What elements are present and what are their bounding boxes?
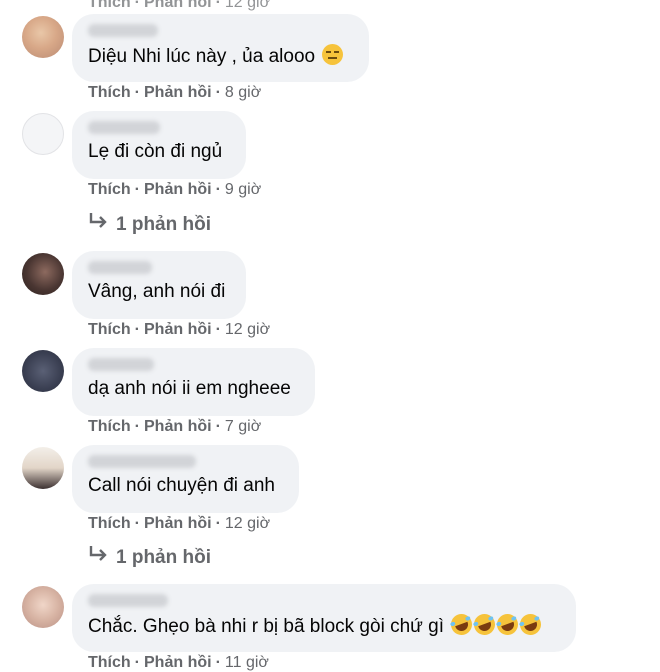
comment-time[interactable]: 12 giờ [225, 321, 270, 338]
rolling-on-floor-laughing-icon [494, 611, 522, 638]
comment-text: Call nói chuyện đi anh [88, 475, 275, 496]
comment-time[interactable]: 11 giờ [225, 654, 269, 671]
reply-arrow-icon [88, 545, 108, 569]
reply-link[interactable]: Phản hồi [144, 654, 212, 671]
comment-author-blurred[interactable] [88, 121, 160, 134]
like-link[interactable]: Thích [88, 515, 131, 532]
replies-count: 1 phản hồi [116, 547, 211, 568]
like-link[interactable]: Thích [88, 84, 131, 101]
comment-actions: Thích · Phản hồi · 12 giờ [88, 515, 271, 532]
like-link[interactable]: Thích [88, 0, 131, 11]
comment-actions: Thích · Phản hồi · 8 giờ [88, 84, 262, 101]
like-link[interactable]: Thích [88, 418, 131, 435]
comment-time[interactable]: 12 giờ [225, 0, 270, 11]
comment-author-blurred[interactable] [88, 358, 154, 371]
comment-text: Diệu Nhi lúc này , ủa alooo [88, 46, 316, 67]
avatar[interactable] [22, 350, 64, 392]
comment-author-blurred[interactable] [88, 24, 158, 37]
comment-time[interactable]: 8 giờ [225, 84, 261, 101]
comment-text: Lẹ đi còn đi ngủ [88, 141, 223, 162]
like-link[interactable]: Thích [88, 654, 131, 671]
comment-bubble: Chắc. Ghẹo bà nhi r bị bã block gòi chứ … [72, 584, 576, 652]
comment-actions: Thích · Phản hồi · 11 giờ [88, 654, 269, 671]
comment-text: Chắc. Ghẹo bà nhi r bị bã block gòi chứ … [88, 616, 444, 637]
comment-text: dạ anh nói ii em ngheee [88, 378, 291, 399]
comment-actions: Thích · Phản hồi · 9 giờ [88, 181, 262, 198]
rolling-on-floor-laughing-icon [448, 611, 476, 638]
reply-link[interactable]: Phản hồi [144, 0, 212, 11]
reply-link[interactable]: Phản hồi [144, 418, 212, 435]
reply-link[interactable]: Phản hồi [144, 84, 212, 101]
replies-count: 1 phản hồi [116, 214, 211, 235]
rolling-on-floor-laughing-icon [471, 611, 499, 638]
comment-bubble: Vâng, anh nói đi [72, 251, 246, 319]
comment-author-blurred[interactable] [88, 594, 168, 607]
comment-time[interactable]: 12 giờ [225, 515, 270, 532]
comment-author-blurred[interactable] [88, 455, 196, 468]
comment-author-blurred[interactable] [88, 261, 152, 274]
reply-link[interactable]: Phản hồi [144, 515, 212, 532]
comment-time[interactable]: 7 giờ [225, 418, 261, 435]
reply-link[interactable]: Phản hồi [144, 181, 212, 198]
comment-actions: Thích · Phản hồi · 7 giờ [88, 418, 262, 435]
avatar[interactable] [22, 586, 64, 628]
avatar[interactable] [22, 447, 64, 489]
comment-bubble: Diệu Nhi lúc này , ủa alooo [72, 14, 369, 82]
expressionless-face-icon [322, 44, 344, 65]
like-link[interactable]: Thích [88, 181, 131, 198]
reply-arrow-icon [88, 212, 108, 236]
rolling-on-floor-laughing-icon [517, 611, 545, 638]
avatar[interactable] [22, 253, 64, 295]
view-replies-link[interactable]: 1 phản hồi [88, 212, 211, 236]
reply-link[interactable]: Phản hồi [144, 321, 212, 338]
comment-actions: Thích · Phản hồi · 12 giờ [88, 321, 271, 338]
comment-actions-partial: Thích · Phản hồi · 12 giờ [88, 0, 270, 12]
avatar[interactable] [22, 16, 64, 58]
view-replies-link[interactable]: 1 phản hồi [88, 545, 211, 569]
like-link[interactable]: Thích [88, 321, 131, 338]
comment-bubble: Call nói chuyện đi anh [72, 445, 299, 513]
comment-bubble: dạ anh nói ii em ngheee [72, 348, 315, 416]
comment-time[interactable]: 9 giờ [225, 181, 261, 198]
comment-text: Vâng, anh nói đi [88, 281, 226, 302]
comment-bubble: Lẹ đi còn đi ngủ [72, 111, 246, 179]
avatar[interactable] [22, 113, 64, 155]
